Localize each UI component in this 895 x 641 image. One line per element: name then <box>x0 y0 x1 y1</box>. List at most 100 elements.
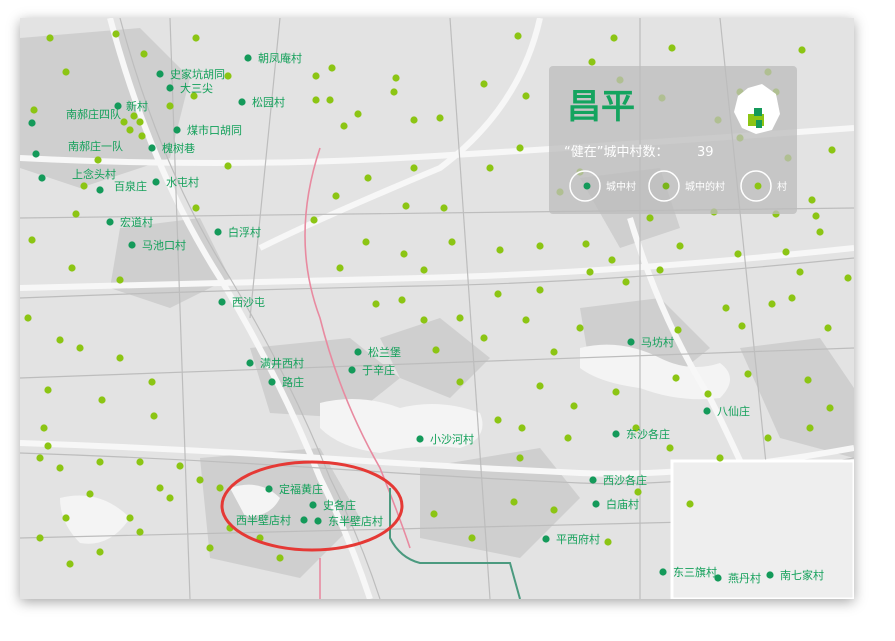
village-marker <box>216 484 224 492</box>
map-canvas[interactable]: 朝凤庵村史家坑胡同大三尖松园村 新村南郝庄四队煤市口胡同槐树巷 南郝庄一队上念头村水… <box>20 18 854 599</box>
urban-village-marker[interactable] <box>714 574 722 582</box>
map-frame[interactable]: 朝凤庵村史家坑胡同 大三尖松园村 新村 南郝庄四队煤市口胡同槐树巷 南郝庄一队上念头村水… <box>20 18 854 599</box>
urban-village-marker[interactable] <box>592 500 600 508</box>
urban-village-marker[interactable] <box>173 126 181 134</box>
village-marker <box>738 322 746 330</box>
urban-village-marker[interactable] <box>416 435 424 443</box>
urban-village-marker[interactable] <box>238 98 246 106</box>
urban-village-label[interactable]: 南郝庄四队 <box>66 107 121 121</box>
village-marker <box>796 268 804 276</box>
village-marker <box>420 266 428 274</box>
urban-village-marker[interactable] <box>354 348 362 356</box>
urban-village-marker[interactable] <box>148 144 156 152</box>
urban-village-label[interactable]: 东沙各庄 <box>626 427 670 441</box>
urban-village-label[interactable]: 东半壁店村 <box>328 514 383 528</box>
village-marker <box>436 114 444 122</box>
village-marker <box>410 164 418 172</box>
urban-village-marker[interactable] <box>32 150 40 158</box>
village-marker <box>824 324 832 332</box>
urban-village-marker[interactable] <box>268 378 276 386</box>
village-marker <box>456 314 464 322</box>
urban-village-label[interactable]: 小沙河村 <box>430 432 474 446</box>
urban-village-label[interactable]: 南郝庄一队 <box>68 139 123 153</box>
urban-village-dot-icon <box>583 182 591 190</box>
urban-village-marker[interactable] <box>309 501 317 509</box>
village-marker <box>656 266 664 274</box>
village-dot-icon <box>754 182 762 190</box>
urban-village-label[interactable]: 煤市口胡同 <box>187 123 242 137</box>
urban-village-marker[interactable] <box>156 70 164 78</box>
urban-village-marker[interactable] <box>589 476 597 484</box>
urban-village-label[interactable]: 路庄 <box>282 375 304 389</box>
urban-village-marker[interactable] <box>152 178 160 186</box>
urban-village-label[interactable]: 百泉庄 <box>114 179 147 193</box>
village-marker <box>62 68 70 76</box>
urban-village-marker[interactable] <box>244 54 252 62</box>
village-marker <box>94 156 102 164</box>
urban-village-label[interactable]: 槐树巷 <box>162 141 195 155</box>
urban-village-label[interactable]: 马坊村 <box>641 335 674 349</box>
village-marker <box>326 96 334 104</box>
urban-village-label[interactable]: 白庙村 <box>606 497 639 511</box>
urban-village-marker[interactable] <box>612 430 620 438</box>
urban-village-marker[interactable] <box>218 298 226 306</box>
urban-village-label[interactable]: 宏道村 <box>120 215 153 229</box>
urban-village-marker[interactable] <box>314 517 322 525</box>
urban-village-label[interactable]: 八仙庄 <box>717 404 750 418</box>
village-marker <box>328 64 336 72</box>
village-marker <box>798 46 806 54</box>
urban-village-marker[interactable] <box>300 516 308 524</box>
village-marker <box>480 334 488 342</box>
urban-village-label[interactable]: 满井西村 <box>260 356 304 370</box>
village-marker <box>536 382 544 390</box>
urban-village-marker[interactable] <box>246 359 254 367</box>
urban-village-label[interactable]: 马池口村 <box>142 238 186 252</box>
urban-village-marker[interactable] <box>28 119 36 127</box>
urban-village-marker[interactable] <box>96 186 104 194</box>
urban-village-marker[interactable] <box>106 218 114 226</box>
urban-village-label[interactable]: 白浮村 <box>228 225 261 239</box>
urban-village-marker[interactable] <box>766 571 774 579</box>
urban-village-marker[interactable] <box>659 568 667 576</box>
urban-village-marker[interactable] <box>265 485 273 493</box>
urban-village-label[interactable]: 上念头村 <box>72 167 116 181</box>
urban-village-label[interactable]: 西沙屯 <box>232 296 265 309</box>
urban-village-label[interactable]: 史各庄 <box>323 498 356 512</box>
urban-village-label[interactable]: 东三旗村 <box>673 565 717 579</box>
village-marker <box>744 370 752 378</box>
urban-village-label[interactable]: 西沙各庄 <box>603 473 647 487</box>
village-marker <box>126 514 134 522</box>
village-marker <box>486 164 494 172</box>
village-marker <box>86 490 94 498</box>
urban-village-label[interactable]: 大三尖 <box>180 81 213 95</box>
urban-village-label[interactable]: 南七家村 <box>780 568 824 582</box>
urban-village-label[interactable]: 史家坑胡同 <box>170 67 225 81</box>
village-marker <box>768 300 776 308</box>
urban-village-label[interactable]: 新村 <box>126 99 148 113</box>
urban-village-label[interactable]: 水屯村 <box>166 175 199 189</box>
urban-village-marker[interactable] <box>214 228 222 236</box>
urban-village-marker[interactable] <box>542 535 550 543</box>
village-marker <box>96 458 104 466</box>
urban-village-label[interactable]: 朝凤庵村 <box>258 51 302 65</box>
village-marker <box>564 434 572 442</box>
urban-village-marker[interactable] <box>348 366 356 374</box>
district-title: 昌平 <box>567 87 635 127</box>
village-marker <box>734 250 742 258</box>
urban-village-label[interactable]: 于辛庄 <box>362 363 395 377</box>
urban-village-label[interactable]: 平西府村 <box>556 532 600 546</box>
urban-village-marker[interactable] <box>166 84 174 92</box>
urban-village-marker[interactable] <box>128 241 136 249</box>
village-marker <box>112 30 120 38</box>
urban-village-marker[interactable] <box>627 338 635 346</box>
village-marker <box>808 196 816 204</box>
urban-village-label[interactable]: 定福黄庄 <box>279 482 323 496</box>
village-marker <box>192 204 200 212</box>
village-marker <box>570 402 578 410</box>
urban-village-label[interactable]: 松兰堡 <box>368 345 401 359</box>
urban-village-marker[interactable] <box>38 174 46 182</box>
urban-village-label[interactable]: 燕丹村 <box>728 571 761 585</box>
urban-village-marker[interactable] <box>703 407 711 415</box>
urban-village-label[interactable]: 西半壁店村 <box>236 513 291 527</box>
urban-village-label[interactable]: 松园村 <box>252 95 285 109</box>
